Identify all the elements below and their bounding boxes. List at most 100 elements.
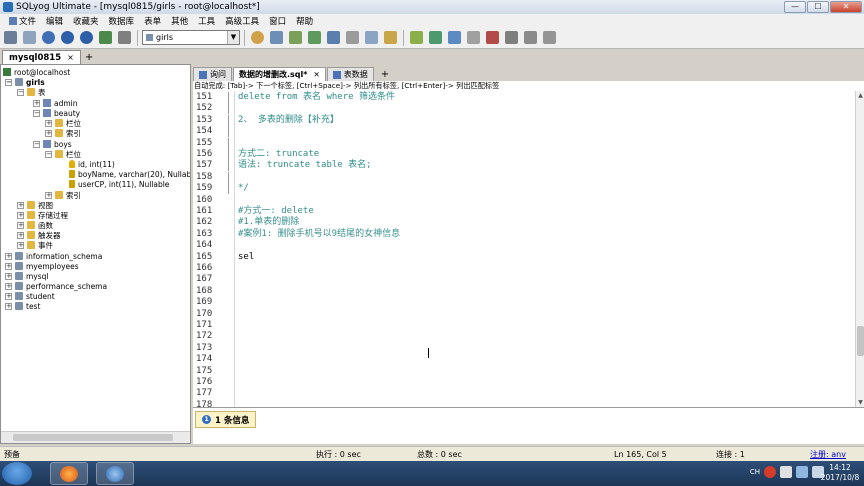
tree-column-usercp[interactable]: userCP, int(11), Nullable — [69, 179, 169, 189]
new-connection-button[interactable] — [2, 29, 19, 46]
expand-icon[interactable]: + — [5, 282, 12, 290]
add-connection-tab-button[interactable]: + — [85, 51, 93, 64]
import-button[interactable] — [306, 29, 323, 46]
editor-vertical-scrollbar[interactable]: ▲ ▼ — [855, 91, 864, 407]
code-line[interactable]: delete from 表名 where 筛选条件 — [238, 92, 395, 103]
scrollbar-thumb[interactable] — [857, 326, 864, 356]
tree-db-test[interactable]: + test — [5, 301, 40, 311]
maximize-button[interactable]: ☐ — [807, 1, 829, 13]
tree-table-boys[interactable]: − boys — [33, 139, 72, 149]
close-icon[interactable]: ✕ — [313, 70, 319, 79]
tree-db-performance-schema[interactable]: + performance_schema — [5, 281, 107, 291]
menu-table[interactable]: 表单 — [139, 15, 166, 27]
flag-icon[interactable] — [780, 466, 792, 478]
code-line[interactable]: #案例1: 删除手机号以9结尾的女神信息 — [238, 229, 400, 240]
tree-tables-folder[interactable]: − 表 — [17, 87, 46, 97]
stop-button[interactable] — [116, 29, 133, 46]
scroll-up-icon[interactable]: ▲ — [856, 91, 864, 100]
tree-table-beauty[interactable]: − beauty — [33, 108, 80, 118]
tree-db-girls[interactable]: − girls — [5, 77, 45, 87]
tree-views[interactable]: + 视图 — [17, 200, 53, 210]
tree-root[interactable]: root@localhost — [3, 67, 70, 77]
tree-functions[interactable]: + 函数 — [17, 220, 53, 230]
taskbar-clock[interactable]: 14:12 2017/10/8 — [820, 463, 860, 483]
expand-icon[interactable]: + — [45, 129, 52, 137]
expand-icon[interactable]: + — [17, 241, 24, 249]
menu-file[interactable]: 文件 — [4, 15, 41, 27]
collapse-icon[interactable]: − — [45, 150, 52, 158]
expand-icon[interactable]: + — [5, 252, 12, 260]
code-line[interactable]: 2、 多表的删除【补充】 — [238, 115, 339, 126]
tree-horizontal-scrollbar[interactable] — [1, 431, 190, 443]
tree-column-boyname[interactable]: boyName, varchar(20), Nullable — [69, 169, 190, 179]
execute-all-button[interactable] — [78, 29, 95, 46]
taskbar-sqlyog[interactable] — [96, 462, 134, 485]
export-button[interactable] — [325, 29, 342, 46]
tab-query[interactable]: 询问 — [193, 67, 232, 81]
menu-help[interactable]: 帮助 — [291, 15, 318, 27]
menu-tools[interactable]: 工具 — [193, 15, 220, 27]
code-line[interactable]: */ — [238, 183, 249, 194]
tree-db-myemployees[interactable]: + myemployees — [5, 261, 79, 271]
menu-favorites[interactable]: 收藏夹 — [68, 15, 104, 27]
expand-icon[interactable]: + — [17, 231, 24, 239]
code-line[interactable]: #1.单表的删除 — [238, 217, 299, 228]
start-button[interactable] — [2, 462, 32, 485]
scrollbar-thumb[interactable] — [13, 434, 173, 441]
menu-advanced-tools[interactable]: 高级工具 — [220, 15, 264, 27]
minimize-button[interactable]: — — [784, 1, 806, 13]
user-manager-button[interactable] — [249, 29, 266, 46]
code-line[interactable]: 方式二: truncate — [238, 149, 319, 160]
compare-button[interactable] — [427, 29, 444, 46]
sql-editor[interactable]: 151 152 153 154 155 156 157 158 159 160 161 162 163 1… — [193, 91, 855, 407]
tab-sql-file[interactable]: 数据的增删改.sql* ✕ — [233, 67, 326, 81]
history-button[interactable] — [522, 29, 539, 46]
tree-boys-indexes[interactable]: + 索引 — [45, 190, 81, 200]
ime-icon[interactable] — [764, 466, 776, 478]
connection-tab[interactable]: mysql0815 × — [2, 50, 81, 64]
collapse-icon[interactable]: − — [5, 78, 12, 86]
input-language[interactable]: CH — [750, 468, 760, 476]
scroll-down-icon[interactable]: ▼ — [856, 398, 864, 407]
backup-button[interactable] — [344, 29, 361, 46]
code-line[interactable]: 语法: truncate table 表名; — [238, 160, 372, 171]
notify-button[interactable] — [465, 29, 482, 46]
tree-boys-columns[interactable]: − 栏位 — [45, 149, 81, 159]
tree-beauty-indexes[interactable]: + 索引 — [45, 128, 81, 138]
tree-db-student[interactable]: + student — [5, 291, 55, 301]
expand-icon[interactable]: + — [5, 292, 12, 300]
expand-icon[interactable]: + — [45, 119, 52, 127]
expand-icon[interactable]: + — [5, 262, 12, 270]
refresh-button[interactable] — [97, 29, 114, 46]
schedule-button[interactable] — [382, 29, 399, 46]
expand-icon[interactable]: + — [33, 99, 40, 107]
close-button[interactable]: ✕ — [830, 1, 862, 13]
collapse-icon[interactable]: − — [17, 88, 24, 96]
tree-procedures[interactable]: + 存储过程 — [17, 210, 68, 220]
tree-column-id[interactable]: id, int(11) — [69, 159, 115, 169]
register-link[interactable]: 注册: anv — [810, 447, 846, 462]
tree-triggers[interactable]: + 触发器 — [17, 230, 61, 240]
menu-other[interactable]: 其他 — [166, 15, 193, 27]
close-icon[interactable]: × — [67, 53, 74, 62]
schema-designer-button[interactable] — [268, 29, 285, 46]
code-line[interactable]: sel — [238, 252, 254, 263]
tab-messages[interactable]: 1 1 条信息 — [195, 411, 257, 428]
expand-icon[interactable]: + — [17, 221, 24, 229]
tree-table-admin[interactable]: + admin — [33, 98, 78, 108]
copy-connection-button[interactable] — [21, 29, 38, 46]
collapse-icon[interactable]: − — [33, 109, 40, 117]
tab-table-data[interactable]: 表数据 — [326, 67, 374, 81]
expand-icon[interactable]: + — [17, 201, 24, 209]
add-query-tab-button[interactable]: + — [381, 68, 389, 81]
collapse-icon[interactable]: − — [33, 140, 40, 148]
new-query-button[interactable] — [40, 29, 57, 46]
menu-window[interactable]: 窗口 — [264, 15, 291, 27]
menu-database[interactable]: 数据库 — [104, 15, 140, 27]
settings-button[interactable] — [541, 29, 558, 46]
expand-icon[interactable]: + — [17, 211, 24, 219]
query-builder-button[interactable] — [287, 29, 304, 46]
migrate-button[interactable] — [446, 29, 463, 46]
restore-button[interactable] — [363, 29, 380, 46]
sync-button[interactable] — [408, 29, 425, 46]
